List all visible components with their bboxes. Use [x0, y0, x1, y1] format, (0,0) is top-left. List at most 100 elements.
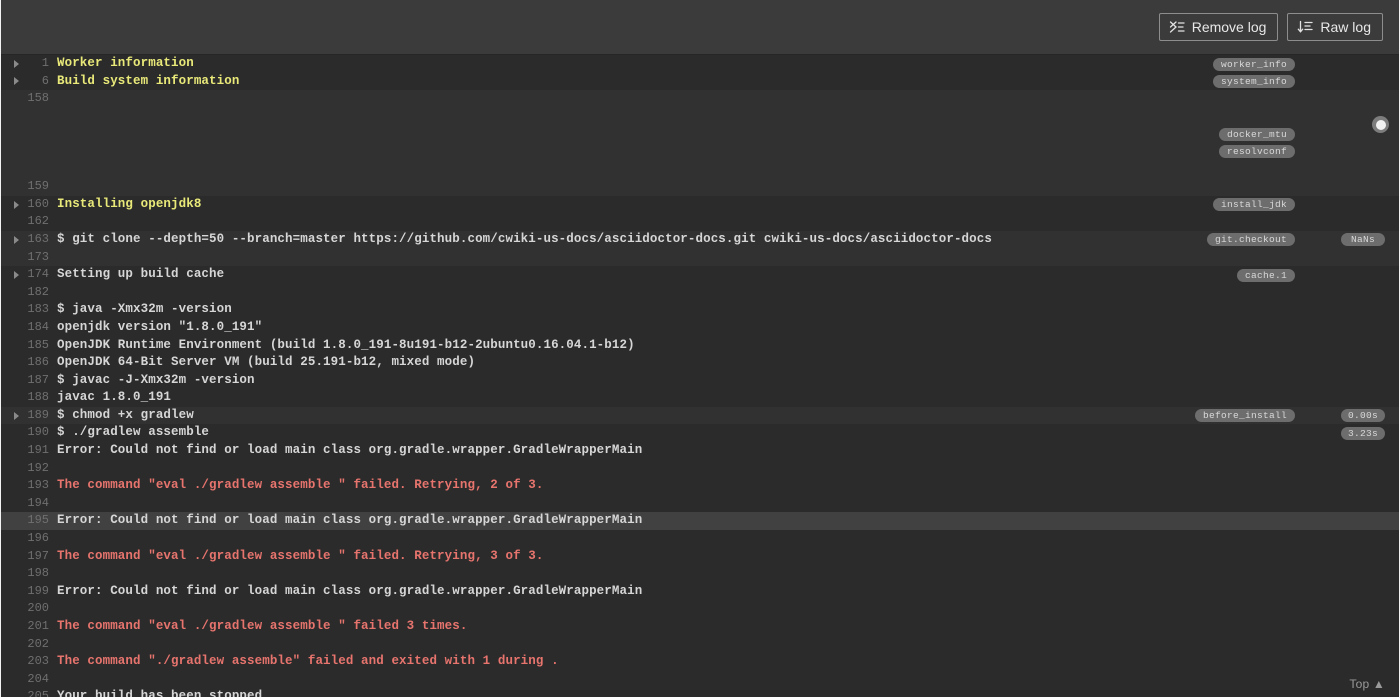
log-fold-badge[interactable]: git.checkout — [1206, 233, 1295, 247]
log-row[interactable] — [1, 160, 1399, 179]
line-number: 205 — [27, 689, 49, 697]
log-duration-badge[interactable]: 3.23s — [1341, 426, 1385, 440]
log-line-text: Build system information — [57, 73, 240, 88]
log-row[interactable]: 6 Build system information system_info — [1, 73, 1399, 91]
log-row[interactable]: 193 The command "eval ./gradlew assemble … — [1, 477, 1399, 495]
log-row[interactable]: 185 OpenJDK Runtime Environment (build 1.… — [1, 337, 1399, 355]
build-status-dot[interactable] — [1372, 116, 1389, 133]
log-row[interactable]: 194 — [1, 495, 1399, 513]
log-row[interactable]: 202 — [1, 636, 1399, 654]
log-line-text: $ javac -J-Xmx32m -version — [57, 372, 255, 387]
line-number: 174 — [27, 267, 49, 282]
log-line-text: The command "eval ./gradlew assemble " f… — [57, 548, 544, 563]
log-fold-badge[interactable]: cache.1 — [1236, 268, 1295, 282]
log-line-text: Worker information — [57, 56, 194, 70]
log-row[interactable]: docker_mtu — [1, 125, 1399, 143]
log-line-text: Your build has been stopped. — [57, 689, 270, 697]
line-number: 193 — [27, 478, 49, 493]
log-line-text: The command "./gradlew assemble" failed … — [57, 654, 559, 669]
line-number: 184 — [27, 319, 49, 334]
log-duration-badge[interactable]: NaNs — [1341, 233, 1385, 247]
log-row[interactable]: 183 $ java -Xmx32m -version — [1, 301, 1399, 319]
line-number: 201 — [27, 619, 49, 633]
line-number: 188 — [27, 390, 49, 405]
log-row[interactable]: 187 $ javac -J-Xmx32m -version — [1, 372, 1399, 390]
log-fold-badge[interactable]: install_jdk — [1212, 198, 1295, 212]
log-line-text: OpenJDK 64-Bit Server VM (build 25.191-b… — [57, 355, 476, 370]
log-rows-container: 1 Worker information worker_info 6 Build sys… — [1, 55, 1399, 697]
raw-log-label: Raw log — [1320, 19, 1371, 35]
log-fold-badge[interactable]: before_install — [1194, 409, 1295, 423]
line-number: 195 — [27, 513, 49, 528]
line-number: 186 — [27, 355, 49, 370]
log-row[interactable] — [1, 107, 1399, 126]
log-line-text: The command "eval ./gradlew assemble " f… — [57, 478, 544, 493]
log-line-text: OpenJDK Runtime Environment (build 1.8.0… — [57, 337, 635, 352]
scroll-to-top-link[interactable]: Top ▲ — [1349, 677, 1385, 691]
line-number: 163 — [27, 231, 49, 246]
log-line-text: javac 1.8.0_191 — [57, 390, 172, 405]
line-number: 190 — [27, 425, 49, 440]
log-row[interactable]: 197 The command "eval ./gradlew assemble … — [1, 548, 1399, 566]
log-fold-badge[interactable]: system_info — [1212, 75, 1295, 89]
log-fold-badge[interactable]: docker_mtu — [1218, 127, 1295, 141]
log-row[interactable]: 189 $ chmod +x gradlew before_install 0.00s — [1, 406, 1399, 425]
log-row[interactable]: 163 $ git clone --depth=50 --branch=maste… — [1, 230, 1399, 249]
line-number: 200 — [27, 601, 49, 616]
line-number: 173 — [27, 249, 49, 264]
log-row[interactable]: 199 Error: Could not find or load main cl… — [1, 583, 1399, 601]
log-row[interactable]: 160 Installing openjdk8 install_jdk — [1, 196, 1399, 214]
log-row[interactable]: 182 — [1, 284, 1399, 302]
log-row[interactable]: 173 — [1, 248, 1399, 267]
log-line-text: Error: Could not find or load main class… — [57, 513, 643, 528]
line-number: 204 — [27, 671, 49, 686]
log-row[interactable]: 191 Error: Could not find or load main cl… — [1, 442, 1399, 460]
line-number: 203 — [27, 654, 49, 669]
log-row[interactable]: 203 The command "./gradlew assemble" fail… — [1, 653, 1399, 671]
log-line-text: openjdk version "1.8.0_191" — [57, 319, 263, 334]
log-row[interactable]: 1 Worker information worker_info — [1, 55, 1399, 73]
log-row[interactable]: 190 $ ./gradlew assemble 3.23s — [1, 424, 1399, 442]
remove-log-button[interactable]: Remove log — [1158, 13, 1279, 41]
log-fold-badge[interactable]: resolvconf — [1218, 145, 1295, 159]
log-row[interactable]: 186 OpenJDK 64-Bit Server VM (build 25.19… — [1, 354, 1399, 372]
log-row[interactable]: 162 — [1, 213, 1399, 231]
log-line-text: $ ./gradlew assemble — [57, 425, 210, 440]
log-row[interactable]: 204 — [1, 671, 1399, 689]
log-row[interactable]: 200 — [1, 600, 1399, 618]
line-number: 191 — [27, 443, 49, 458]
log-row[interactable]: 201 The command "eval ./gradlew assemble … — [1, 618, 1399, 636]
log-line-text: Error: Could not find or load main class… — [57, 583, 643, 598]
line-number: 199 — [27, 583, 49, 598]
log-row[interactable]: 198 — [1, 565, 1399, 583]
log-line-text: Setting up build cache — [57, 267, 225, 282]
line-number: 185 — [27, 337, 49, 352]
line-number: 162 — [27, 214, 49, 229]
log-line-text: $ git clone --depth=50 --branch=master h… — [57, 231, 992, 246]
line-number: 202 — [27, 636, 49, 651]
raw-log-button[interactable]: Raw log — [1287, 13, 1383, 41]
line-number: 187 — [27, 372, 49, 387]
download-lines-icon — [1297, 19, 1314, 35]
scroll-to-top-label: Top — [1349, 677, 1370, 691]
log-fold-badge[interactable]: worker_info — [1212, 57, 1295, 71]
line-number: 194 — [27, 495, 49, 510]
log-row[interactable]: 159 — [1, 178, 1399, 196]
log-row[interactable]: 158 — [1, 90, 1399, 108]
log-row[interactable]: 188 javac 1.8.0_191 — [1, 389, 1399, 407]
log-duration-badge[interactable]: 0.00s — [1341, 409, 1385, 423]
log-row[interactable]: 174 Setting up build cache cache.1 — [1, 266, 1399, 284]
log-row[interactable]: 195 Error: Could not find or load main cl… — [1, 512, 1399, 531]
log-row[interactable]: 184 openjdk version "1.8.0_191" — [1, 319, 1399, 337]
line-number: 160 — [27, 196, 49, 211]
log-row[interactable]: 205 Your build has been stopped. — [1, 688, 1399, 697]
line-number: 1 — [41, 56, 49, 70]
log-line-text: Installing openjdk8 — [57, 196, 202, 211]
log-row[interactable]: resolvconf — [1, 142, 1399, 161]
line-number: 192 — [27, 460, 49, 475]
cross-lines-icon — [1169, 19, 1185, 35]
log-row[interactable]: 192 — [1, 460, 1399, 478]
log-line-text: Error: Could not find or load main class… — [57, 443, 643, 458]
log-row[interactable]: 196 — [1, 530, 1399, 548]
log-output[interactable]: 1 Worker information worker_info 6 Build sys… — [1, 55, 1399, 697]
